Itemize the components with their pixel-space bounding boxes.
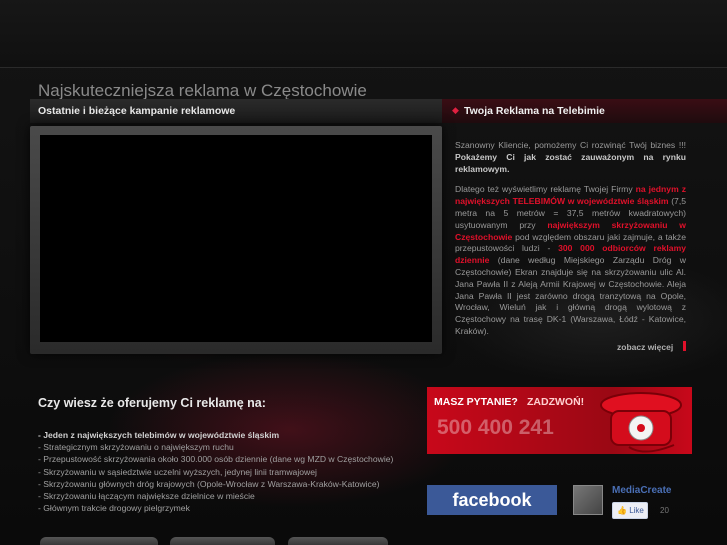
call-question: MASZ PYTANIE? <box>434 396 518 408</box>
telebim-description: Szanowny Kliencie, pomożemy Ci rozwinąć … <box>455 140 686 347</box>
offer-list: - Jeden z największych telebimów w wojew… <box>38 429 393 514</box>
video-frame <box>30 126 442 354</box>
bottom-tab[interactable] <box>288 537 388 545</box>
list-item: - Skrzyżowaniu w sąsiedztwie uczelni wyż… <box>38 466 317 477</box>
bottom-tab[interactable] <box>170 537 275 545</box>
bottom-tab[interactable] <box>40 537 158 545</box>
thumbs-up-icon: 👍 <box>617 506 627 515</box>
phone-number: 500 400 241 <box>437 416 554 439</box>
campaigns-title: Ostatnie i bieżące kampanie reklamowe <box>38 105 236 117</box>
telebim-header: ◆ Twoja Reklama na Telebimie <box>442 99 727 123</box>
like-count: 20 <box>660 506 669 515</box>
diamond-bullet-icon: ◆ <box>452 105 459 115</box>
call-prompt: ZADZWOŃ! <box>527 396 585 408</box>
intro-paragraph: Szanowny Kliencie, pomożemy Ci rozwinąć … <box>455 140 686 174</box>
offer-question: Czy wiesz że oferujemy Ci reklamę na: <box>38 396 266 410</box>
list-item: - Przepustowość skrzyżowania około 300.0… <box>38 454 394 465</box>
list-item: - Strategicznym skrzyżowaniu o największ… <box>38 442 234 453</box>
like-button[interactable]: 👍 Like <box>612 502 648 519</box>
see-more-marker <box>683 341 686 351</box>
list-item: - Skrzyżowaniu głównych dróg krajowych (… <box>38 478 380 489</box>
telephone-icon <box>600 392 682 453</box>
page-avatar[interactable] <box>573 485 603 515</box>
call-us-banner[interactable]: MASZ PYTANIE? ZADZWOŃ! 500 400 241 <box>427 387 692 454</box>
telebim-title: Twoja Reklama na Telebimie <box>464 105 605 117</box>
like-label: Like <box>629 506 644 515</box>
see-more-link[interactable]: zobacz więcej <box>617 342 673 352</box>
video-player[interactable] <box>40 135 432 342</box>
facebook-page-name[interactable]: MediaCreate <box>612 485 671 496</box>
top-banner <box>0 0 727 68</box>
list-item: - Jeden z największych telebimów w wojew… <box>38 430 280 440</box>
list-item: - Skrzyżowaniu łączącym największe dziel… <box>38 491 255 502</box>
page-title: Najskuteczniejsza reklama w Częstochowie <box>38 81 367 100</box>
list-item: - Głównym trakcie drogowy pielgrzymek <box>38 503 190 514</box>
facebook-logo[interactable]: facebook <box>427 485 557 515</box>
campaigns-header: Ostatnie i bieżące kampanie reklamowe <box>30 99 442 123</box>
details-paragraph: Dlatego też wyświetlimy reklamę Twojej F… <box>455 184 686 336</box>
